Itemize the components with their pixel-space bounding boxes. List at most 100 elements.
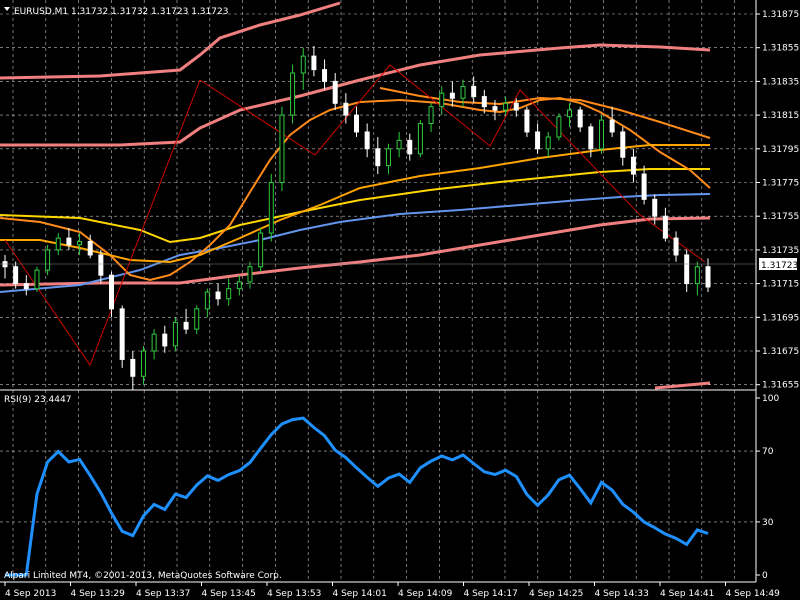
candle-body [98, 254, 104, 276]
candle-body [23, 283, 29, 290]
candle-body [524, 109, 530, 133]
candle-body [673, 237, 679, 256]
candle-body [226, 288, 232, 300]
candle-body [630, 156, 636, 175]
candle-body [492, 106, 498, 111]
time-tick-label: 4 Sep 14:17 [464, 589, 518, 599]
candle-body [439, 92, 445, 108]
time-tick-label: 4 Sep 2013 [5, 589, 56, 599]
price-axis: 1.31875 1.31855 1.31835 1.31815 1.31795 1.317… [756, 10, 799, 391]
candle-body [215, 291, 221, 300]
candle-body [662, 215, 668, 239]
price-tick-label: 1.31815 [762, 111, 799, 121]
candle-body [641, 173, 647, 200]
zigzag-line [4, 64, 706, 367]
candle-body [13, 266, 19, 285]
time-tick-label: 4 Sep 14:49 [726, 589, 781, 599]
rsi-tick-label: 70 [762, 447, 774, 457]
candle-body [77, 240, 83, 246]
candle-body [45, 249, 51, 271]
candle-body [119, 308, 125, 360]
rsi-line [5, 416, 709, 577]
time-tick-label: 4 Sep 13:45 [202, 589, 256, 599]
candle-body [268, 182, 274, 234]
candle-body [183, 321, 189, 330]
price-tick-label: 1.31655 [762, 381, 799, 391]
price-tick-label: 1.31695 [762, 313, 799, 323]
candle-body [354, 114, 359, 133]
candle-body [258, 232, 264, 268]
candle-body [481, 96, 487, 108]
candle-body [87, 240, 93, 256]
candle-body [503, 102, 509, 111]
candle-body [236, 281, 242, 290]
candle-body [162, 333, 168, 347]
chart-header: EURUSD,M1 1.31732 1.31732 1.31723 1.3172… [14, 7, 228, 17]
candle-body [375, 148, 381, 167]
time-tick-label: 4 Sep 14:33 [595, 589, 649, 599]
candle-body [290, 72, 296, 116]
candlestick-series [2, 46, 711, 390]
candle-body [556, 116, 562, 138]
candle-body [34, 269, 40, 290]
price-tick-label: 1.31755 [762, 212, 799, 222]
candle-body [620, 131, 626, 158]
candle-body [407, 139, 413, 155]
price-tick-label: 1.31735 [762, 246, 799, 256]
candle-body [588, 126, 594, 150]
candle-body [343, 102, 349, 116]
candle-body [151, 333, 157, 352]
time-tick-label: 4 Sep 14:01 [333, 589, 387, 599]
candle-body [598, 119, 604, 150]
rsi-tick-label: 30 [762, 518, 774, 528]
trading-chart[interactable]: EURUSD,M1 1.31732 1.31732 1.31723 1.3172… [0, 0, 800, 600]
price-tick-label: 1.31835 [762, 77, 799, 87]
time-tick-label: 4 Sep 13:37 [136, 589, 190, 599]
price-tick-label: 1.31875 [762, 10, 799, 20]
price-tick-label: 1.31715 [762, 280, 799, 290]
candle-body [55, 237, 61, 251]
candle-body [364, 131, 370, 150]
candle-body [577, 109, 583, 128]
candle-body [66, 237, 72, 246]
candle-body [279, 114, 285, 183]
candle-body [609, 119, 615, 133]
candle-body [545, 136, 551, 150]
candle-body [471, 85, 477, 98]
time-axis: 4 Sep 2013 4 Sep 13:29 4 Sep 13:37 4 Sep 13… [4, 582, 781, 599]
candle-body [460, 85, 466, 99]
candle-body [247, 266, 253, 283]
copyright-text: Alpari Limited MT4, ©2001-2013, MetaQuot… [4, 571, 282, 581]
candle-body [705, 266, 711, 288]
candle-body [130, 358, 136, 377]
candle-body [652, 198, 658, 217]
time-tick-label: 4 Sep 14:25 [529, 589, 583, 599]
candle-body [332, 80, 338, 104]
candle-body [204, 291, 210, 310]
rsi-tick-label: 100 [762, 394, 779, 404]
rsi-axis: 100 70 30 0 [756, 394, 779, 581]
candle-body [300, 55, 306, 74]
time-tick-label: 4 Sep 14:09 [398, 589, 453, 599]
price-tick-label: 1.31855 [762, 44, 799, 54]
candle-body [109, 274, 115, 310]
time-tick-label: 4 Sep 13:29 [71, 589, 126, 599]
price-tick-label: 1.31675 [762, 347, 799, 357]
price-tick-label: 1.31775 [762, 179, 799, 189]
rsi-label: RSI(9) 23.4447 [4, 395, 71, 405]
candle-body [428, 106, 434, 125]
time-tick-label: 4 Sep 13:53 [267, 589, 321, 599]
current-price-label: 1.31723 [761, 261, 798, 271]
candle-body [535, 131, 541, 150]
candle-body [417, 123, 423, 155]
candle-body [684, 254, 690, 285]
candle-body [311, 55, 317, 71]
candle-body [385, 148, 391, 167]
price-tick-label: 1.31795 [762, 145, 799, 155]
candle-body [172, 321, 178, 347]
candle-body [194, 308, 200, 330]
candle-body [513, 102, 519, 111]
candle-body [567, 109, 573, 118]
triangle-down-icon[interactable] [4, 7, 10, 11]
candle-body [322, 69, 328, 82]
